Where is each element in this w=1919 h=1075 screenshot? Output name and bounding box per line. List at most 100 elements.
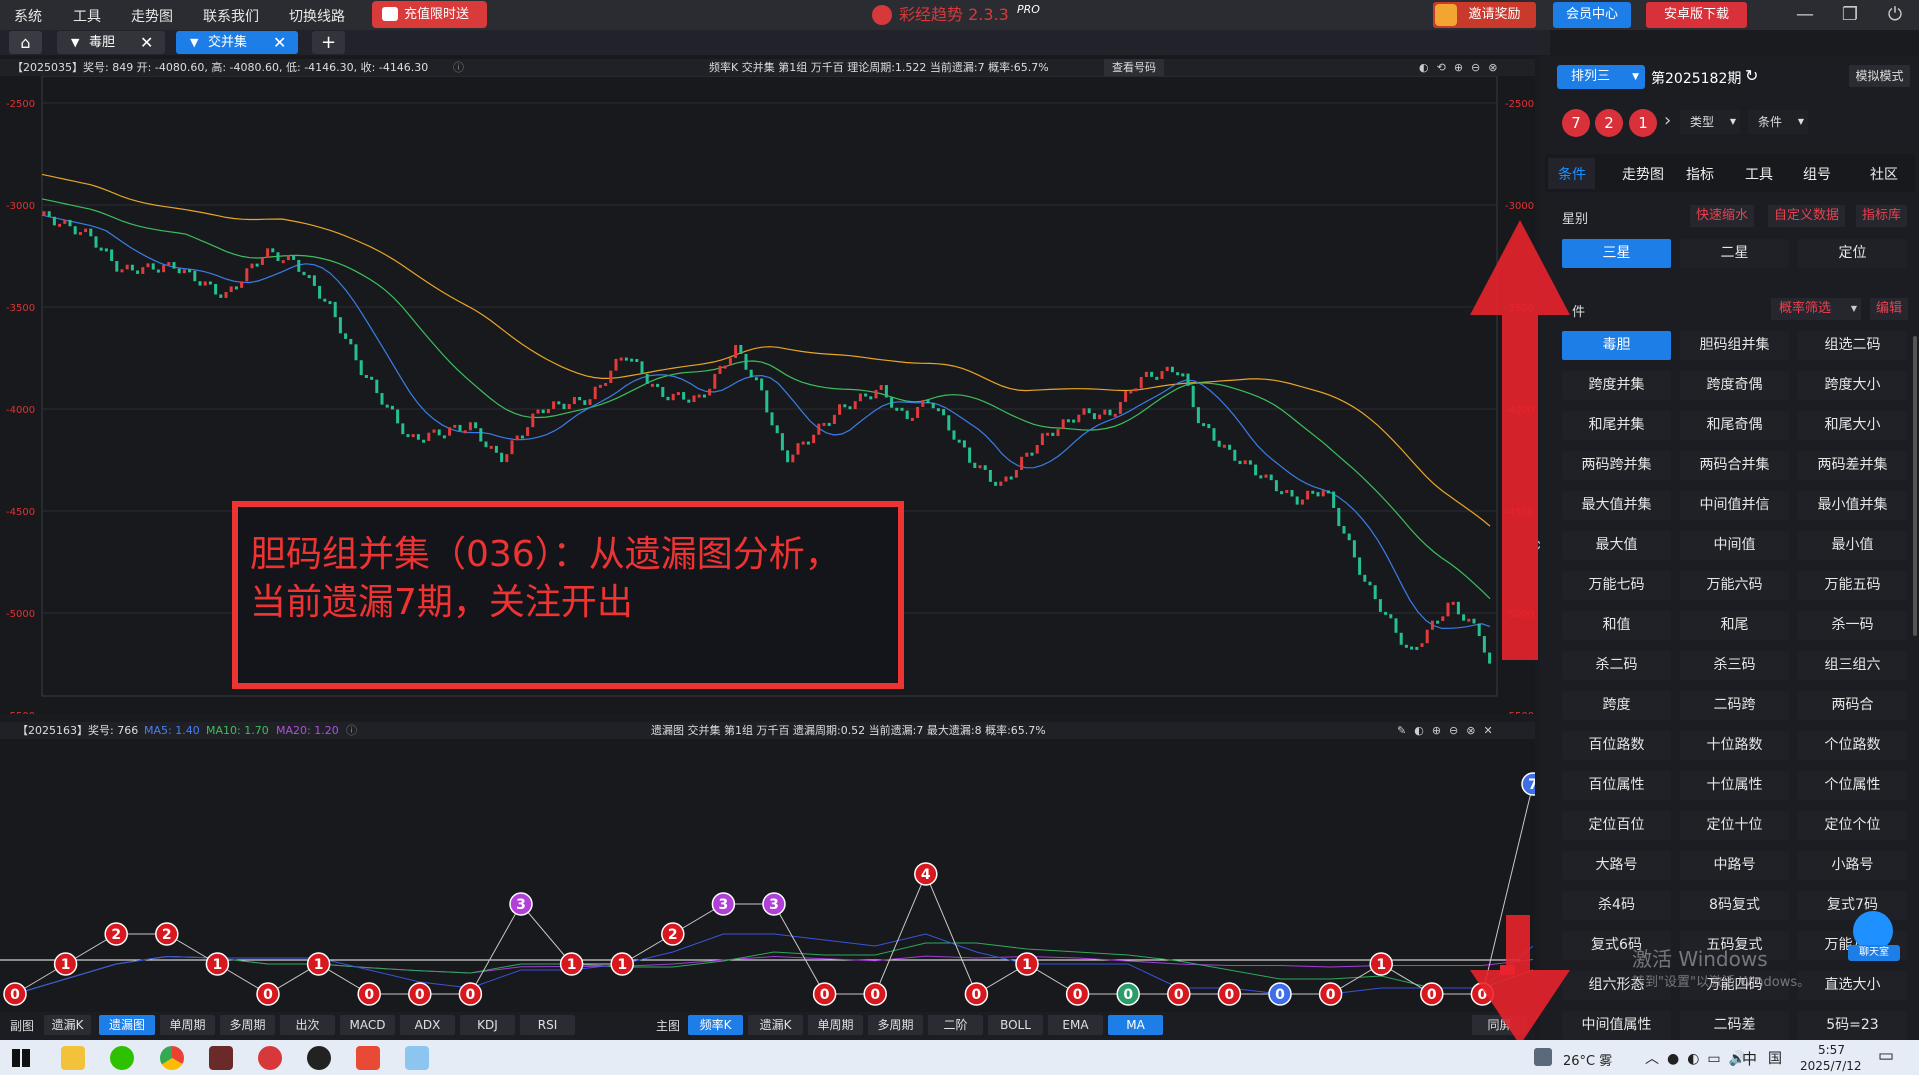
- star-position-button[interactable]: 定位: [1798, 239, 1907, 268]
- restore-icon[interactable]: ❐: [1830, 3, 1870, 27]
- close-icon[interactable]: ✕: [273, 31, 286, 54]
- lottery-select[interactable]: 排列三 ▼: [1557, 65, 1645, 89]
- condition-button[interactable]: 个位属性: [1798, 771, 1907, 800]
- condition-button[interactable]: 胆码组并集: [1680, 331, 1789, 360]
- condition-button[interactable]: 万能六码: [1680, 571, 1789, 600]
- tab-trend[interactable]: 走势图: [1622, 164, 1664, 184]
- condition-button[interactable]: 组选二码: [1798, 331, 1907, 360]
- clock-date[interactable]: 2025/7/12: [1800, 1059, 1862, 1073]
- chat-room-widget[interactable]: 聊天室: [1848, 911, 1900, 961]
- condition-button[interactable]: 定位个位: [1798, 811, 1907, 840]
- sub-omission-chart-button[interactable]: 遗漏图: [99, 1015, 155, 1035]
- rsi-button[interactable]: RSI: [520, 1015, 575, 1035]
- close-icon[interactable]: ✕: [140, 31, 153, 54]
- kdj-button[interactable]: KDJ: [460, 1015, 515, 1035]
- menu-tools[interactable]: 工具: [73, 6, 101, 26]
- boll-button[interactable]: BOLL: [988, 1015, 1043, 1035]
- condition-button[interactable]: 中路号: [1680, 851, 1789, 880]
- main-omission-k-button[interactable]: 遗漏K: [748, 1015, 803, 1035]
- ema-button[interactable]: EMA: [1048, 1015, 1103, 1035]
- invite-button[interactable]: 邀请奖励: [1433, 2, 1536, 28]
- notification-icon[interactable]: ▭: [1878, 1046, 1894, 1066]
- android-download-button[interactable]: 安卓版下载: [1646, 2, 1747, 28]
- menu-trend[interactable]: 走势图: [131, 6, 173, 26]
- condition-button[interactable]: 两码合并集: [1680, 451, 1789, 480]
- indicator-library-link[interactable]: 指标库: [1856, 205, 1908, 227]
- add-tab-icon[interactable]: +: [312, 31, 345, 54]
- condition-button[interactable]: 万能五码: [1798, 571, 1907, 600]
- edit-button[interactable]: 编辑: [1870, 298, 1909, 320]
- minimize-icon[interactable]: —: [1785, 3, 1825, 27]
- star-two-button[interactable]: 二星: [1680, 239, 1789, 268]
- condition-button[interactable]: 定位十位: [1680, 811, 1789, 840]
- condition-button[interactable]: 杀一码: [1798, 611, 1907, 640]
- tab-poison-bile[interactable]: ▼ 毒胆 ✕: [57, 31, 165, 54]
- condition-button[interactable]: 二码差: [1680, 1011, 1789, 1040]
- tab-conditions[interactable]: 条件: [1558, 164, 1586, 184]
- sub-count-button[interactable]: 出次: [280, 1015, 335, 1035]
- charge-button[interactable]: 充值限时送: [372, 1, 487, 28]
- condition-button[interactable]: 和尾: [1680, 611, 1789, 640]
- condition-button[interactable]: 二码跨: [1680, 691, 1789, 720]
- windows-start-icon[interactable]: [12, 1049, 30, 1067]
- condition-button[interactable]: 中间值: [1680, 531, 1789, 560]
- menu-contact[interactable]: 联系我们: [203, 6, 259, 26]
- help-icon[interactable]: ⓘ: [346, 722, 357, 739]
- sub-multi-cycle-button[interactable]: 多周期: [220, 1015, 275, 1035]
- main-multi-cycle-button[interactable]: 多周期: [868, 1015, 923, 1035]
- condition-button[interactable]: 两码合: [1798, 691, 1907, 720]
- condition-button[interactable]: 8码复式: [1680, 891, 1789, 920]
- condition-button[interactable]: 杀三码: [1680, 651, 1789, 680]
- chrome-icon[interactable]: [160, 1046, 184, 1070]
- home-icon[interactable]: ⌂: [9, 31, 42, 54]
- condition-select[interactable]: 条件 ▼: [1748, 110, 1808, 134]
- member-center-button[interactable]: 会员中心: [1553, 2, 1631, 28]
- adx-button[interactable]: ADX: [400, 1015, 455, 1035]
- menu-system[interactable]: 系统: [14, 6, 42, 26]
- condition-button[interactable]: 5码=23: [1798, 1011, 1907, 1040]
- condition-button[interactable]: 十位路数: [1680, 731, 1789, 760]
- ma-button[interactable]: MA: [1108, 1015, 1163, 1035]
- sub-omission-k-button[interactable]: 遗漏K: [44, 1015, 91, 1035]
- notepad-icon[interactable]: [405, 1046, 429, 1070]
- condition-button[interactable]: 两码差并集: [1798, 451, 1907, 480]
- probability-filter-select[interactable]: 概率筛选 ▼: [1771, 298, 1861, 320]
- refresh-icon[interactable]: ↻: [1745, 66, 1758, 85]
- tray-icons[interactable]: ︿●◐▭🔊: [1645, 1048, 1754, 1068]
- condition-button[interactable]: 十位属性: [1680, 771, 1789, 800]
- qq-icon[interactable]: [307, 1046, 331, 1070]
- scrollbar[interactable]: [1913, 336, 1917, 636]
- panel-tools-icon[interactable]: ◐⟲⊕⊖⊗: [1419, 59, 1505, 76]
- condition-button[interactable]: 小路号: [1798, 851, 1907, 880]
- type-select[interactable]: 类型 ▼: [1680, 110, 1740, 134]
- tab-community[interactable]: 社区: [1870, 164, 1898, 184]
- tab-indicators[interactable]: 指标: [1686, 164, 1714, 184]
- weather-icon[interactable]: [1534, 1048, 1552, 1066]
- menu-switch-line[interactable]: 切换线路: [289, 6, 345, 26]
- wechat-icon[interactable]: [110, 1046, 134, 1070]
- quick-shrink-link[interactable]: 快速缩水: [1690, 205, 1755, 227]
- chevron-right-icon[interactable]: ›: [1664, 110, 1671, 131]
- condition-button[interactable]: 最小值并集: [1798, 491, 1907, 520]
- lottery-trend-icon[interactable]: [258, 1046, 282, 1070]
- condition-button[interactable]: 跨度奇偶: [1680, 371, 1789, 400]
- custom-data-link[interactable]: 自定义数据: [1768, 205, 1846, 227]
- tab-groups[interactable]: 组号: [1803, 164, 1831, 184]
- ime-indicator[interactable]: 中: [1742, 1048, 1757, 1069]
- condition-button[interactable]: 直选大小: [1798, 971, 1907, 1000]
- wps-icon[interactable]: [356, 1046, 380, 1070]
- condition-button[interactable]: 个位路数: [1798, 731, 1907, 760]
- file-explorer-icon[interactable]: [61, 1046, 85, 1070]
- condition-button[interactable]: 和尾大小: [1798, 411, 1907, 440]
- condition-button[interactable]: 组三组六: [1798, 651, 1907, 680]
- condition-button[interactable]: 最小值: [1798, 531, 1907, 560]
- view-numbers-button[interactable]: 查看号码: [1104, 59, 1164, 76]
- macd-button[interactable]: MACD: [340, 1015, 395, 1035]
- help-icon[interactable]: ⓘ: [453, 59, 464, 76]
- power-icon[interactable]: ⏻: [1875, 3, 1915, 27]
- condition-button[interactable]: 中间值并信: [1680, 491, 1789, 520]
- omission-chart[interactable]: 012 21010 0 031 123 30 04010 0 0 0 0 010 07: [0, 740, 1535, 1012]
- tab-tools[interactable]: 工具: [1745, 164, 1773, 184]
- app-icon[interactable]: [209, 1046, 233, 1070]
- simulation-mode-button[interactable]: 模拟模式: [1849, 65, 1910, 87]
